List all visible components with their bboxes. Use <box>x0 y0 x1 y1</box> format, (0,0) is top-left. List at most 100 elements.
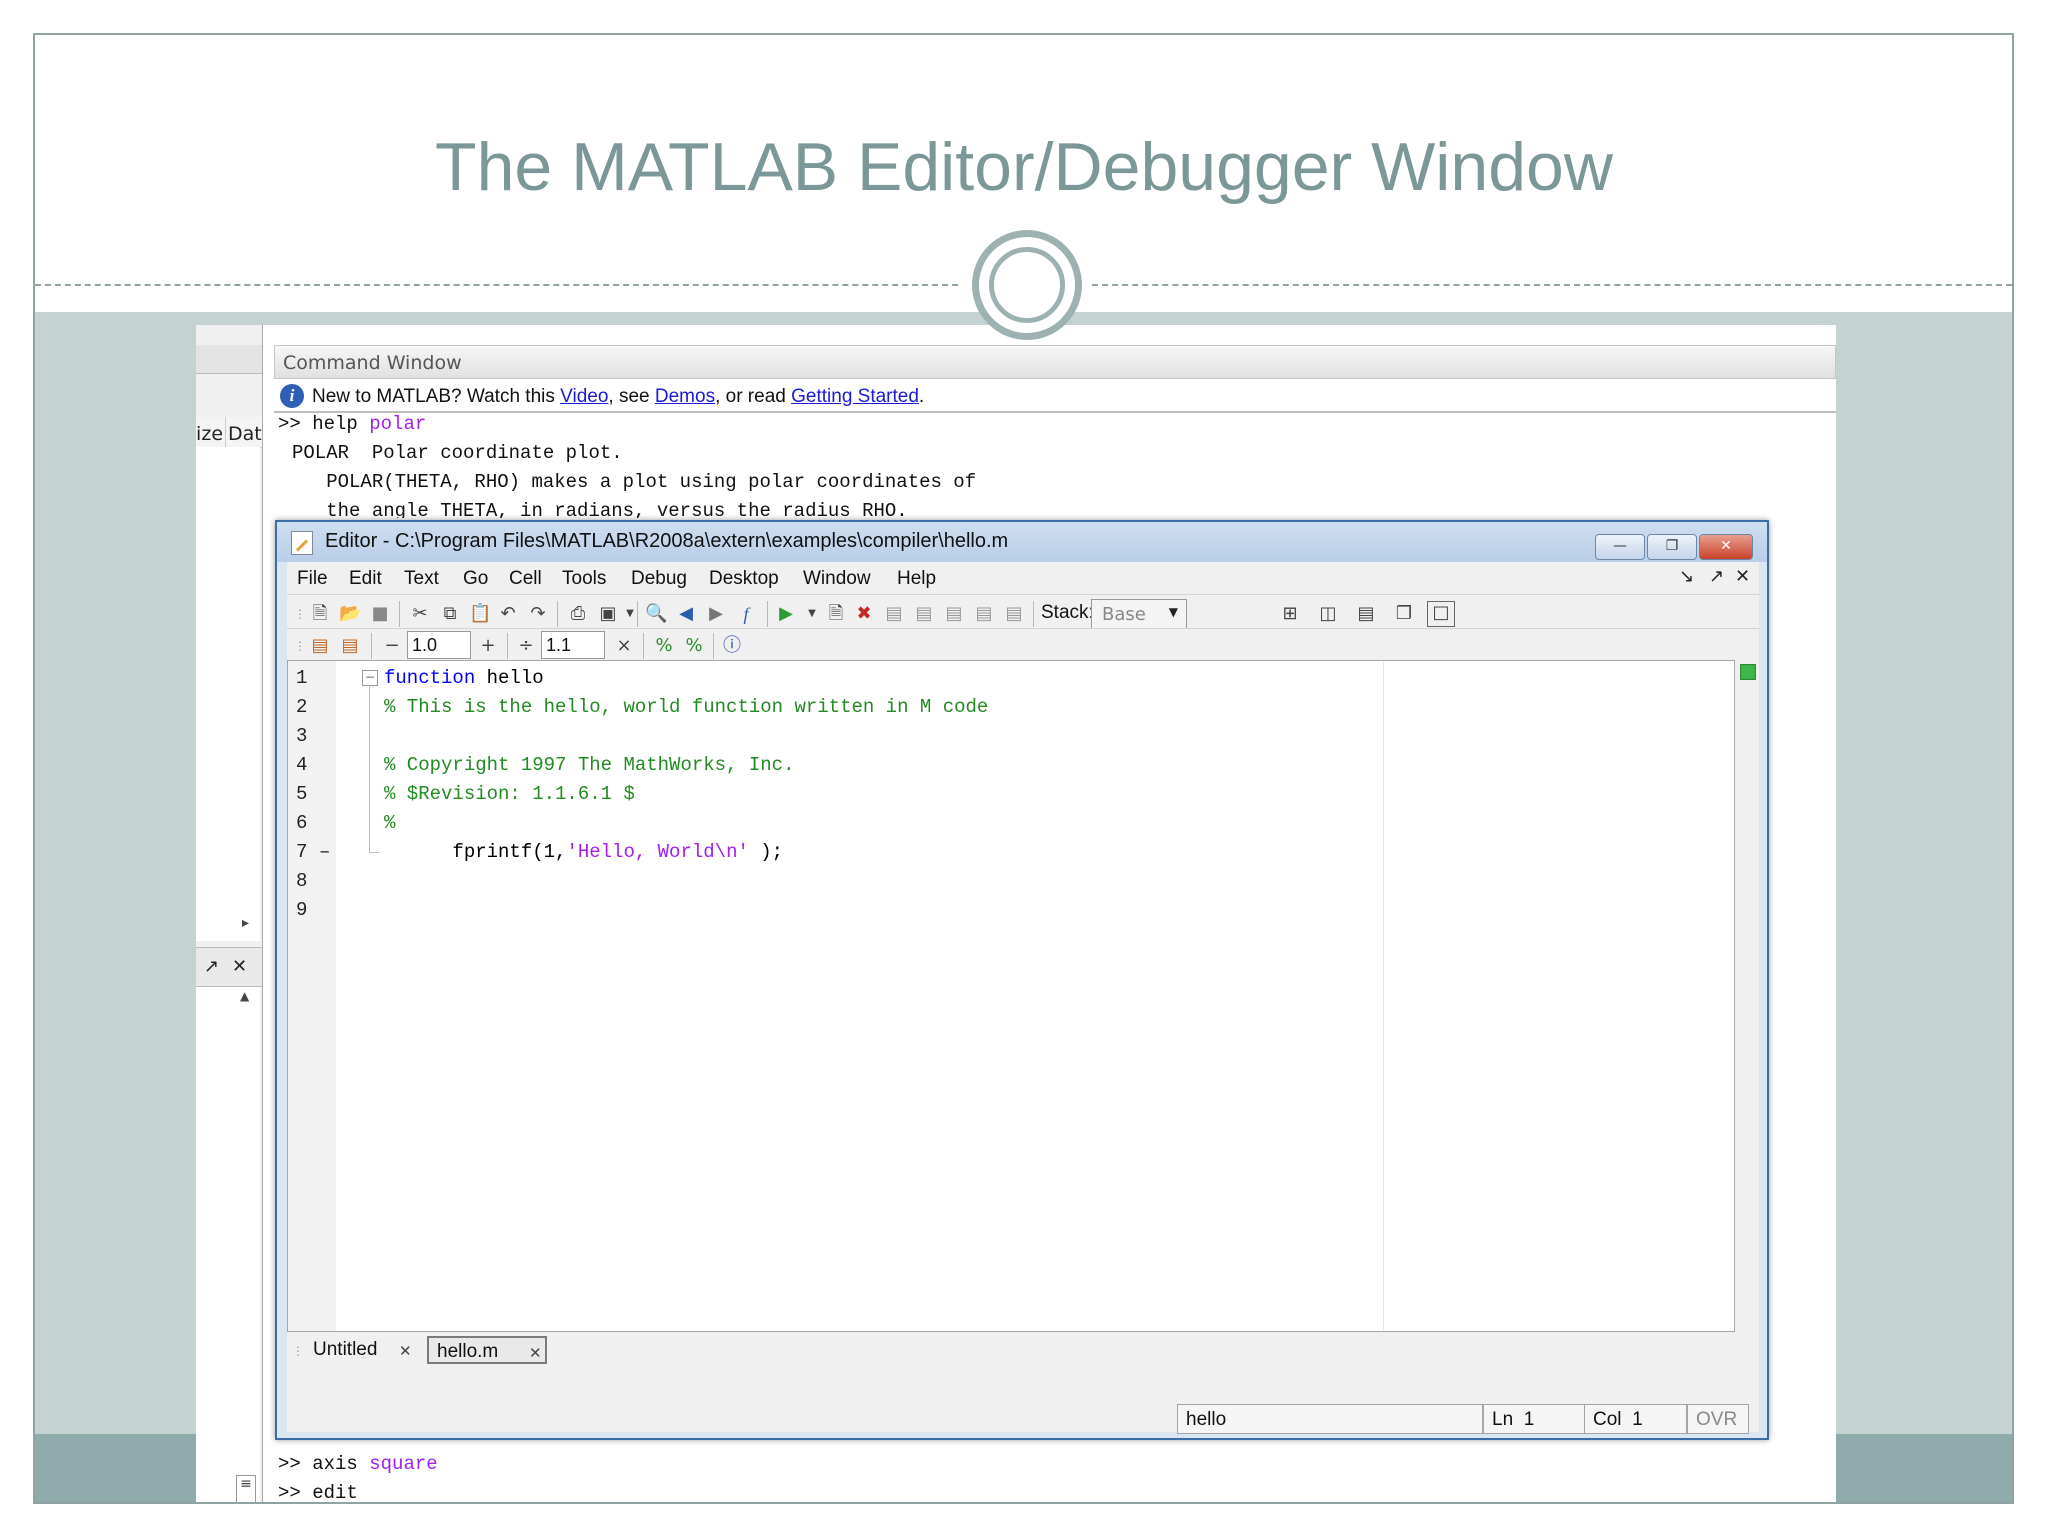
continue-icon[interactable]: ▤ <box>973 603 995 625</box>
decrement-value-field[interactable]: 1.0 <box>407 631 471 659</box>
restore-button[interactable]: ❐ <box>1647 534 1697 560</box>
separator <box>643 633 644 659</box>
tile-layout-icon[interactable]: ⊞ <box>1279 603 1301 625</box>
remove-percent-icon[interactable]: % <box>683 635 705 657</box>
cut-icon[interactable]: ✂ <box>409 603 431 625</box>
info-text: , or read <box>715 386 792 407</box>
line-indicator: Ln 1 <box>1483 1404 1585 1434</box>
title-divider-left <box>35 284 958 286</box>
redo-icon[interactable]: ↷ <box>527 603 549 625</box>
code-scrollbar[interactable] <box>1735 660 1759 1332</box>
top-bottom-layout-icon[interactable]: ▤ <box>1355 603 1377 625</box>
info-icon: i <box>280 384 304 408</box>
chevron-down-icon: ▼ <box>1168 605 1178 619</box>
multiply-icon[interactable]: × <box>613 635 635 657</box>
function-icon[interactable]: f <box>735 603 757 625</box>
menu-desktop[interactable]: Desktop <box>709 568 779 590</box>
line-number: 6 <box>296 812 308 834</box>
command-output-line: the angle THETA, in radians, versus the … <box>292 500 908 518</box>
menu-debug[interactable]: Debug <box>631 568 687 590</box>
column-size[interactable]: Size <box>196 417 227 447</box>
editor-file-icon <box>291 531 313 555</box>
breakpoint-dash[interactable]: – <box>319 841 330 863</box>
menu-go[interactable]: Go <box>463 568 488 590</box>
close-window-button[interactable]: ✕ <box>1699 534 1753 560</box>
scroll-thumb[interactable]: ≡ <box>236 1475 256 1502</box>
demos-link[interactable]: Demos <box>655 386 715 407</box>
cell-toolbar: ⋮ ▤ ▤ − 1.0 + ÷ 1.1 × % % ⓘ <box>287 628 1759 663</box>
column-date[interactable]: Dat <box>226 417 262 447</box>
command-line: >> help polar <box>278 413 427 435</box>
close-icon[interactable]: ✕ <box>1735 566 1750 587</box>
info-icon[interactable]: ⓘ <box>721 635 743 657</box>
close-tab-icon[interactable]: ✕ <box>399 1342 412 1360</box>
save-icon[interactable]: ■ <box>369 603 391 625</box>
menu-edit[interactable]: Edit <box>349 568 382 590</box>
forward-icon[interactable]: ▶ <box>705 603 727 625</box>
command-output-line: POLAR(THETA, RHO) makes a plot using pol… <box>292 471 977 493</box>
maximize-layout-icon[interactable]: □ <box>1427 601 1455 627</box>
undock-icon[interactable]: ↗ <box>1709 566 1724 587</box>
code-line: % Copyright 1997 The MathWorks, Inc. <box>384 754 795 776</box>
collapse-icon[interactable]: − <box>362 670 378 686</box>
divide-icon[interactable]: ÷ <box>515 635 537 657</box>
overwrite-mode-indicator: OVR <box>1687 1404 1749 1434</box>
menu-tools[interactable]: Tools <box>562 568 606 590</box>
left-right-layout-icon[interactable]: ◫ <box>1317 603 1339 625</box>
dropdown-icon[interactable]: ▼ <box>801 603 823 625</box>
clear-breakpoints-icon[interactable]: ✖ <box>853 603 875 625</box>
code-line: % <box>384 812 396 834</box>
run-icon[interactable]: ▶ <box>775 603 797 625</box>
scroll-right-icon[interactable]: ▸ <box>242 915 249 931</box>
close-icon[interactable]: ✕ <box>232 956 247 977</box>
step-in-icon[interactable]: ▤ <box>913 603 935 625</box>
print-preview-icon[interactable]: ▣ <box>597 603 619 625</box>
insert-percent-icon[interactable]: % <box>653 635 675 657</box>
paste-icon[interactable]: 📋 <box>469 603 491 625</box>
open-file-icon[interactable]: 📂 <box>339 603 361 625</box>
step-out-icon[interactable]: ▤ <box>943 603 965 625</box>
exit-debug-icon[interactable]: ▤ <box>1003 603 1025 625</box>
set-breakpoint-icon[interactable]: 🗎 <box>825 603 847 625</box>
getting-started-link[interactable]: Getting Started <box>791 386 919 407</box>
divide-value-field[interactable]: 1.1 <box>541 631 605 659</box>
code-line: function hello <box>384 667 544 689</box>
code-line: fprintf(1,'Hello, World\n' ); <box>384 841 784 863</box>
separator <box>371 633 372 659</box>
float-layout-icon[interactable]: ❐ <box>1393 603 1415 625</box>
print-icon[interactable]: ⎙ <box>567 603 589 625</box>
close-tab-icon[interactable]: ✕ <box>529 1344 542 1362</box>
undock-icon[interactable]: ↗ <box>204 956 219 977</box>
copy-icon[interactable]: ⧉ <box>439 603 461 625</box>
undo-icon[interactable]: ↶ <box>497 603 519 625</box>
minimize-button[interactable]: — <box>1595 534 1645 560</box>
decrement-icon[interactable]: − <box>381 635 403 657</box>
history-pane-header: ↗ ✕ <box>196 947 262 987</box>
line-number: 8 <box>296 870 308 892</box>
menu-help[interactable]: Help <box>897 568 936 590</box>
command-output-line: POLAR Polar coordinate plot. <box>292 442 623 464</box>
step-icon[interactable]: ▤ <box>883 603 905 625</box>
find-icon[interactable]: 🔍 <box>645 603 667 625</box>
new-file-icon[interactable]: 🗎 <box>309 603 331 625</box>
back-icon[interactable]: ◀ <box>675 603 697 625</box>
menu-text[interactable]: Text <box>404 568 439 590</box>
tab-untitled[interactable]: Untitled ✕ <box>305 1336 415 1364</box>
code-editor[interactable]: − 1 2 3 4 5 6 7 8 9 – function hello % T… <box>287 660 1735 1332</box>
menu-file[interactable]: File <box>297 568 328 590</box>
menu-window[interactable]: Window <box>803 568 871 590</box>
increment-icon[interactable]: + <box>477 635 499 657</box>
command-window-title: Command Window <box>274 345 1836 379</box>
editor-title: Editor - C:\Program Files\MATLAB\R2008a\… <box>325 530 1009 552</box>
insert-cell-icon[interactable]: ▤ <box>309 635 331 657</box>
workspace-pane-header <box>196 345 262 374</box>
tab-hello-m[interactable]: hello.m ✕ <box>427 1336 547 1364</box>
eval-cell-icon[interactable]: ▤ <box>339 635 361 657</box>
code-analyzer-status-icon[interactable] <box>1740 664 1756 680</box>
dock-icon[interactable]: ↘ <box>1679 566 1694 587</box>
editor-titlebar[interactable]: Editor - C:\Program Files\MATLAB\R2008a\… <box>277 522 1767 562</box>
scroll-up-icon[interactable]: ▲ <box>240 989 249 1003</box>
stack-select[interactable]: Base ▼ <box>1091 599 1187 629</box>
menu-cell[interactable]: Cell <box>509 568 542 590</box>
video-link[interactable]: Video <box>560 386 608 407</box>
